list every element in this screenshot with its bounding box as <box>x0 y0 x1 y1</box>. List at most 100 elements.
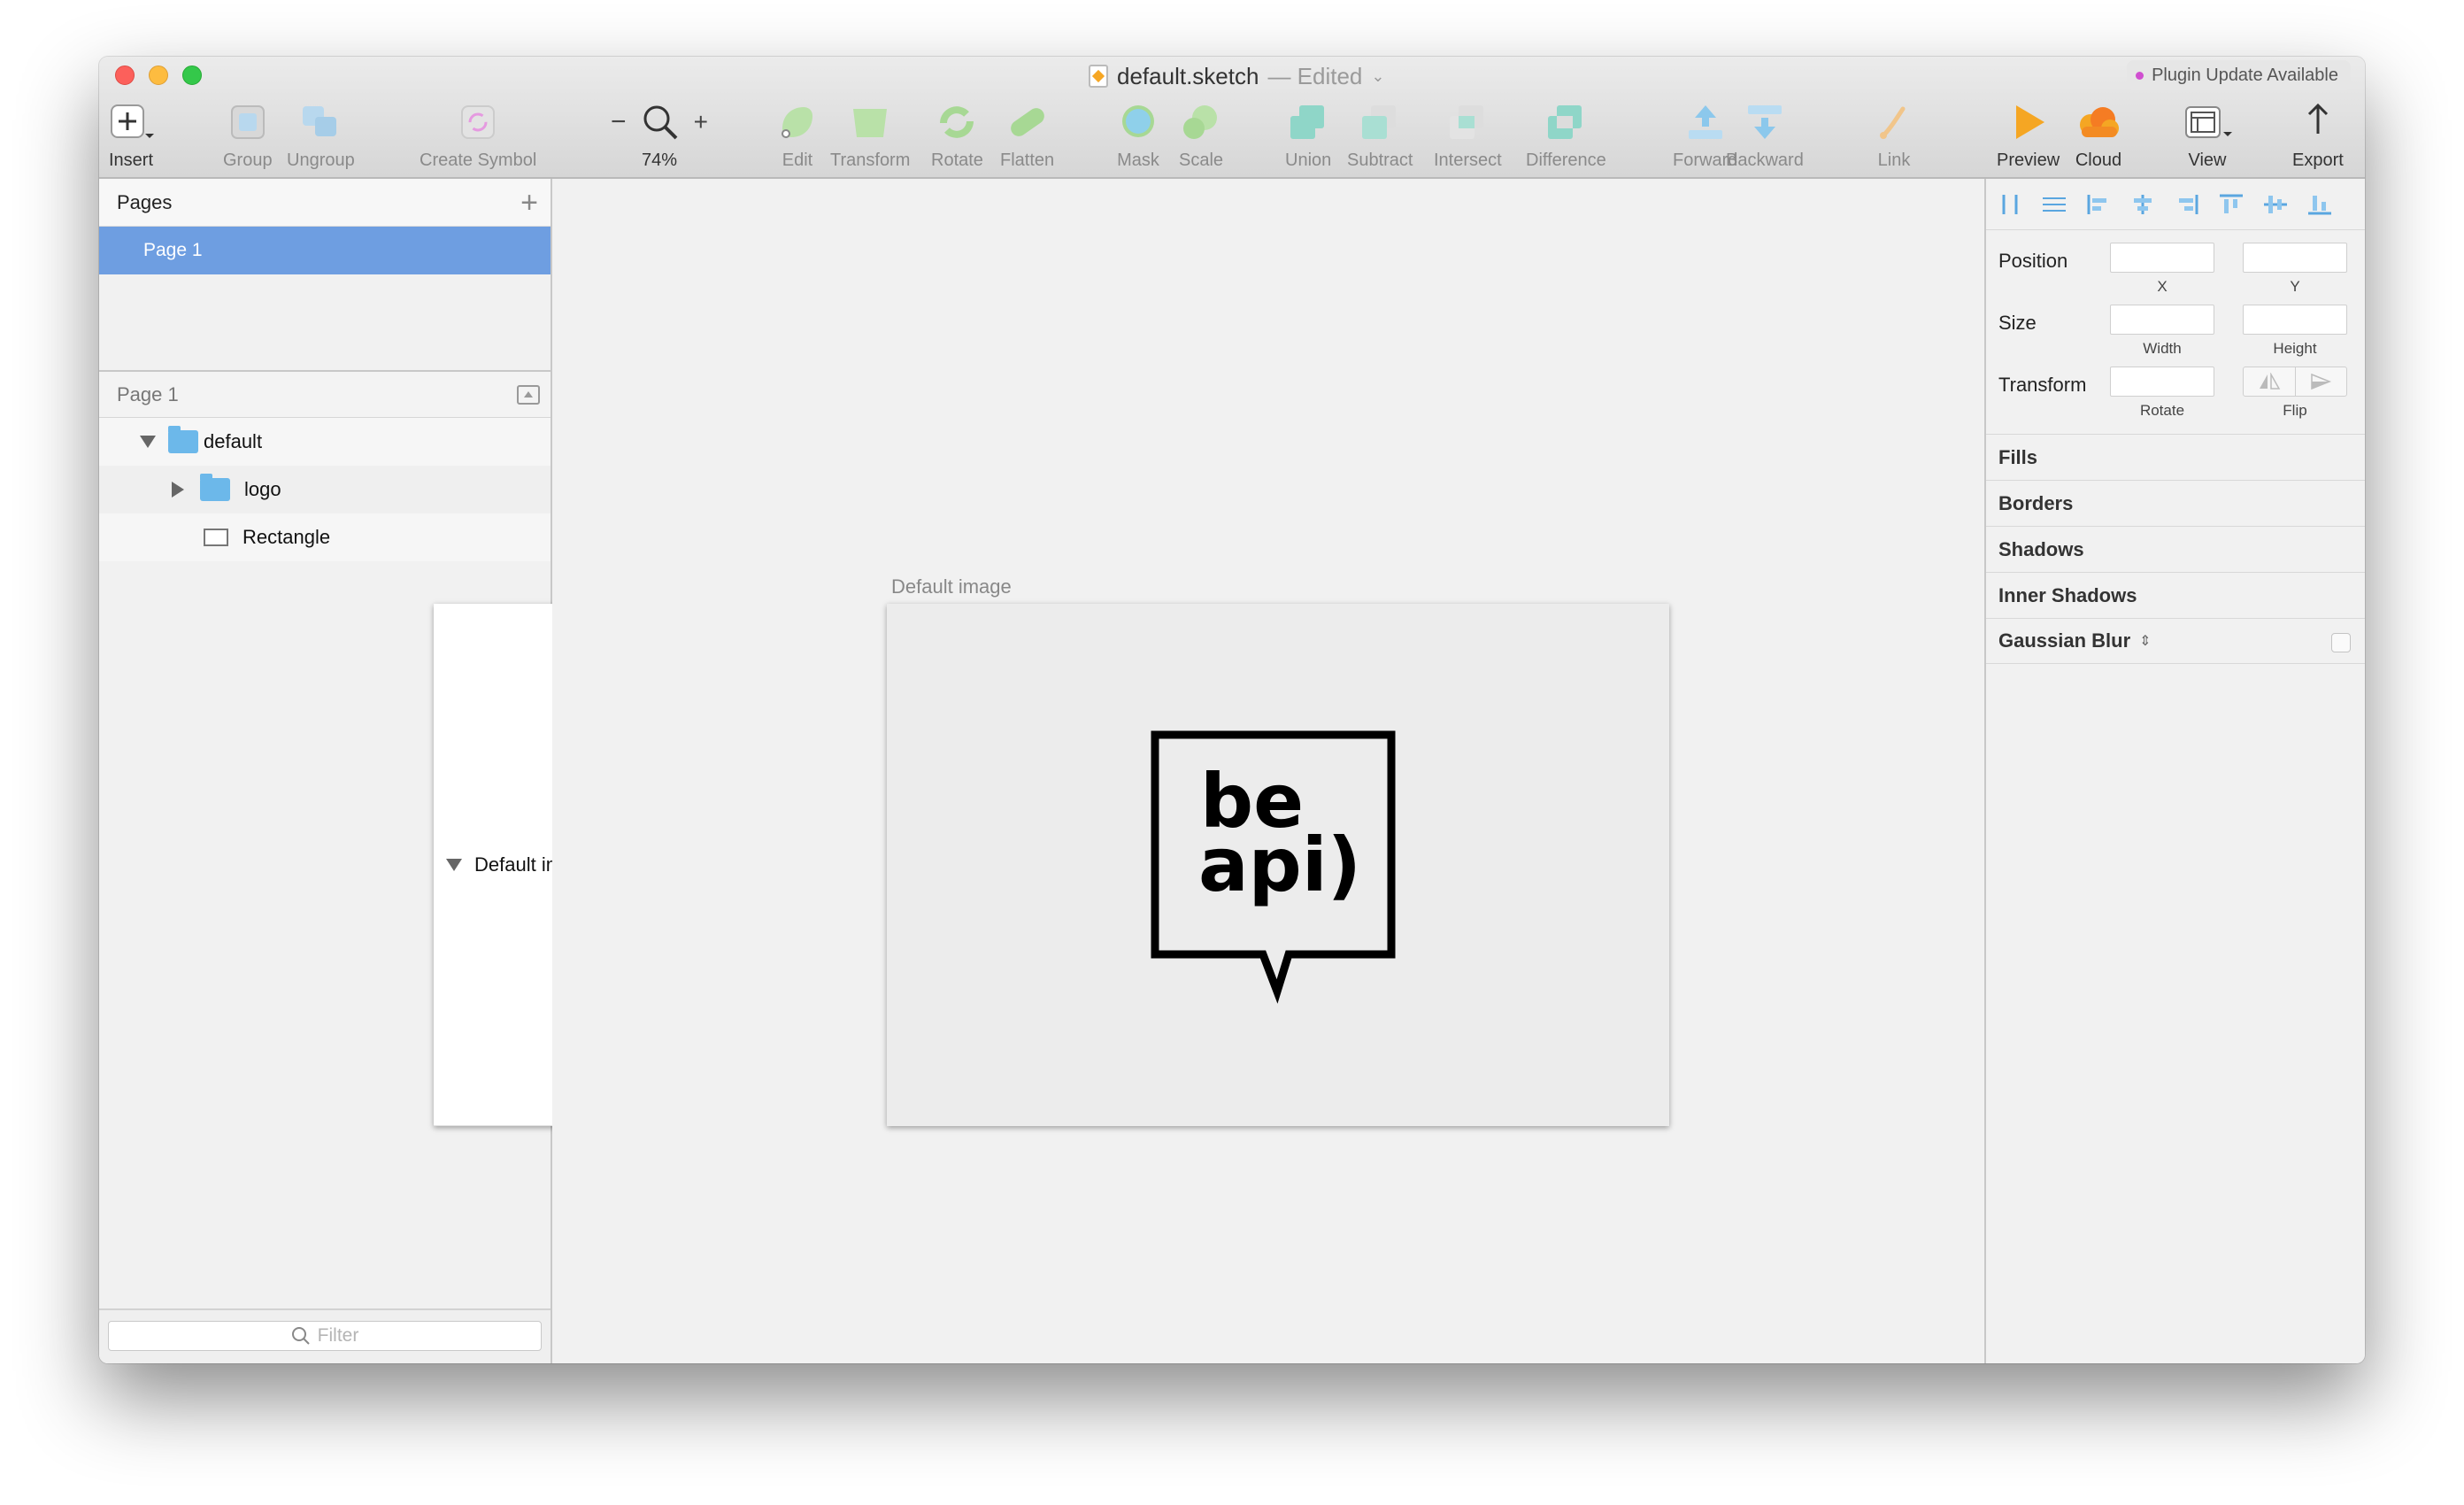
inner-shadows-section[interactable]: Inner Shadows <box>1986 572 2365 618</box>
layer-row-rectangle[interactable]: Rectangle <box>99 513 551 561</box>
distribute-horizontal-icon[interactable] <box>1997 193 2023 216</box>
height-field[interactable] <box>2243 305 2347 335</box>
backward-label: Backward <box>1726 150 1804 170</box>
align-left-icon[interactable] <box>2085 193 2112 216</box>
layer-row-group[interactable]: default <box>99 418 551 466</box>
plugin-update-badge[interactable]: Plugin Update Available <box>2127 60 2351 90</box>
flip-horizontal-icon[interactable] <box>2244 367 2296 396</box>
rotate-button[interactable]: Rotate <box>931 99 983 171</box>
rotate-label: Rotate <box>931 150 983 170</box>
folder-icon <box>168 426 198 453</box>
cloud-button[interactable]: Cloud <box>2075 99 2122 171</box>
fills-section[interactable]: Fills <box>1986 434 2365 480</box>
size-label: Size <box>1998 312 2037 334</box>
union-button[interactable]: Union <box>1285 99 1331 171</box>
group-icon <box>228 99 267 145</box>
flatten-label: Flatten <box>1000 150 1055 170</box>
artboard[interactable]: be api) <box>887 604 1669 1126</box>
view-button[interactable]: View <box>2183 99 2232 171</box>
gaussian-blur-label: Gaussian Blur <box>1998 629 2131 652</box>
document-title[interactable]: default.sketch — Edited ⌄ <box>1089 62 1384 89</box>
add-page-plus-icon[interactable]: + <box>520 188 538 218</box>
layers-sidebar: Pages + Page 1 Page 1 Default image defa… <box>99 179 1216 1363</box>
intersect-button[interactable]: Intersect <box>1434 99 1502 171</box>
close-window-button[interactable] <box>115 66 135 85</box>
position-y-field[interactable] <box>2243 243 2347 273</box>
zoom-window-button[interactable] <box>182 66 202 85</box>
view-layout-icon <box>2183 99 2232 145</box>
shadows-section[interactable]: Shadows <box>1986 526 2365 572</box>
beapi-logo[interactable]: be api) <box>887 604 1669 1126</box>
insert-button[interactable]: Insert <box>108 99 154 171</box>
mask-button[interactable]: Mask <box>1117 99 1159 171</box>
filter-input[interactable]: Filter <box>108 1321 542 1351</box>
layer-row-group[interactable]: logo <box>99 466 551 513</box>
folder-icon <box>200 474 230 501</box>
export-share-icon <box>2300 99 2336 145</box>
preview-play-icon <box>2009 99 2048 145</box>
align-right-icon[interactable] <box>2174 193 2200 216</box>
bring-forward-icon <box>1683 99 1728 145</box>
search-icon <box>291 1327 310 1345</box>
difference-icon <box>1544 99 1587 145</box>
backward-button[interactable]: Backward <box>1726 99 1804 171</box>
align-center-horizontal-icon[interactable] <box>2129 193 2156 216</box>
subtract-label: Subtract <box>1347 150 1413 170</box>
gaussian-blur-section[interactable]: Gaussian Blur ⇕ <box>1986 618 2365 664</box>
pages-header: Pages + <box>99 179 551 227</box>
align-bottom-icon[interactable] <box>2306 193 2333 216</box>
borders-section[interactable]: Borders <box>1986 480 2365 526</box>
zoom-in-button[interactable]: + <box>694 108 708 136</box>
flip-caption: Flip <box>2283 402 2307 419</box>
position-x-field[interactable] <box>2110 243 2214 273</box>
align-top-icon[interactable] <box>2218 193 2245 216</box>
page-list-item-selected[interactable]: Page 1 <box>99 227 551 274</box>
export-page-icon[interactable] <box>517 384 540 405</box>
logo-text-api: api) <box>1198 822 1361 908</box>
minimize-window-button[interactable] <box>149 66 168 85</box>
edit-button[interactable]: Edit <box>777 99 818 171</box>
difference-label: Difference <box>1526 150 1606 170</box>
view-label: View <box>2188 150 2227 170</box>
document-status: — Edited <box>1267 62 1363 89</box>
export-label: Export <box>2292 150 2344 170</box>
subtract-button[interactable]: Subtract <box>1347 99 1413 171</box>
x-caption: X <box>2157 278 2168 295</box>
create-symbol-button[interactable]: Create Symbol <box>420 99 536 171</box>
magnifier-icon <box>643 105 677 140</box>
disclosure-right-icon[interactable] <box>172 482 184 498</box>
zoom-out-button[interactable]: − <box>611 107 627 137</box>
rotate-field[interactable] <box>2110 367 2214 397</box>
disclosure-down-icon[interactable] <box>140 436 156 448</box>
ungroup-icon <box>299 99 342 145</box>
width-field[interactable] <box>2110 305 2214 335</box>
export-button[interactable]: Export <box>2292 99 2344 171</box>
layer-name: logo <box>244 478 281 500</box>
layer-filter-bar: Filter <box>99 1308 551 1363</box>
align-middle-vertical-icon[interactable] <box>2262 193 2289 216</box>
artboard-title[interactable]: Default image <box>891 575 1012 598</box>
flip-vertical-icon[interactable] <box>2296 367 2347 396</box>
scale-button[interactable]: Scale <box>1179 99 1223 171</box>
position-label: Position <box>1998 250 2068 272</box>
difference-button[interactable]: Difference <box>1526 99 1606 171</box>
blur-enable-checkbox[interactable] <box>2331 633 2351 652</box>
scale-label: Scale <box>1179 150 1224 170</box>
insert-icon <box>108 99 154 145</box>
group-label: Group <box>223 150 273 170</box>
layer-name: default <box>204 430 263 452</box>
document-name: default.sketch <box>1117 62 1259 89</box>
canvas[interactable]: Default image be api) <box>552 179 1984 1363</box>
create-symbol-label: Create Symbol <box>420 150 537 170</box>
transform-button[interactable]: Transform <box>830 99 910 171</box>
distribute-vertical-icon[interactable] <box>2041 193 2067 216</box>
flatten-button[interactable]: Flatten <box>1000 99 1054 171</box>
sketch-window: default.sketch — Edited ⌄ Plugin Update … <box>99 57 2365 1363</box>
zoom-level[interactable]: 74% <box>611 150 708 171</box>
disclosure-down-icon[interactable] <box>446 858 462 871</box>
up-down-chevron-icon[interactable]: ⇕ <box>2139 632 2151 650</box>
preview-button[interactable]: Preview <box>1997 99 2060 171</box>
ungroup-button[interactable]: Ungroup <box>287 99 355 171</box>
link-button[interactable]: Link <box>1875 99 1913 171</box>
group-button[interactable]: Group <box>223 99 273 171</box>
